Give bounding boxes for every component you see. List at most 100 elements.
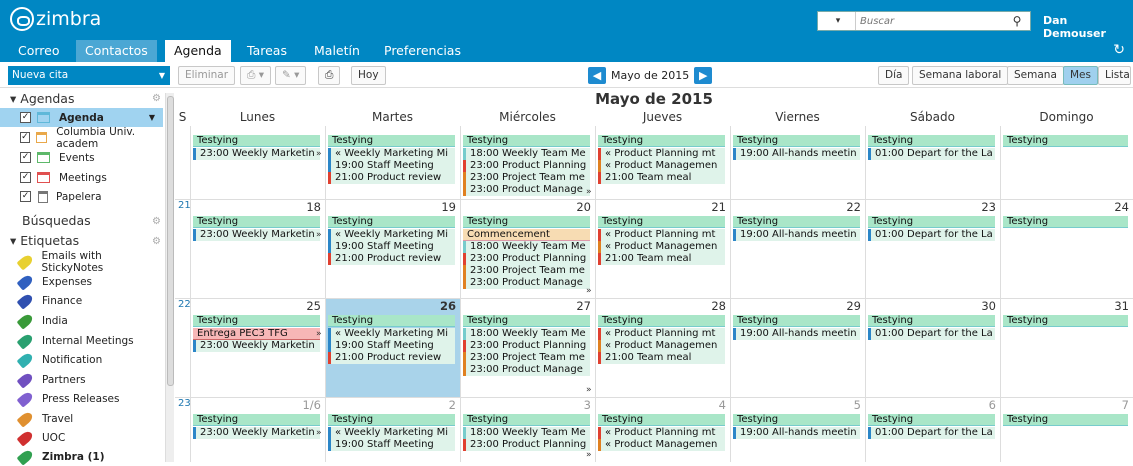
next-arrow-icon[interactable]: ▶ [694,66,713,84]
day-number[interactable]: 23 [876,200,996,214]
more-events-icon[interactable]: » [586,450,592,460]
calendar-item-columbia[interactable]: ✓ Columbia Univ. academ [0,126,163,150]
allday-event[interactable]: Testying [1003,135,1128,147]
more-events-icon[interactable]: » [586,385,592,395]
calendar-event[interactable]: 01:00 Depart for the La [868,148,995,160]
allday-event[interactable]: Testying [868,216,995,228]
collapse-icon[interactable]: ▾ [10,233,16,248]
day-number[interactable]: 27 [471,299,591,313]
week-number[interactable]: 21 [178,200,191,211]
new-appointment-button[interactable]: Nueva cita ▼ [8,66,170,85]
calendar-event[interactable]: « Weekly Marketing Mi [328,148,455,160]
day-number[interactable]: 19 [336,200,456,214]
allday-event[interactable]: Testying [868,315,995,327]
tab-agenda[interactable]: Agenda [165,40,231,62]
tab-tareas[interactable]: Tareas [238,40,296,62]
allday-event[interactable]: Testying [328,135,455,147]
tag-dropdown-button[interactable]: ✎ ▾ [275,66,307,85]
calendar-event[interactable]: 19:00 All-hands meetin [733,229,860,241]
calendar-event[interactable]: « Weekly Marketing Mi [328,328,455,340]
allday-event[interactable]: Testying [733,135,860,147]
calendar-event[interactable]: « Product Managemen [598,439,725,451]
allday-event[interactable]: Testying [598,414,725,426]
tag-item[interactable]: Zimbra (1) [0,447,163,466]
tab-maletin[interactable]: Maletín [305,40,369,62]
day-number[interactable]: 1/6 [201,398,321,412]
allday-event[interactable]: Testying [193,315,320,327]
calendars-header[interactable]: ▾ Agendas [10,91,74,106]
calendar-event[interactable]: 23:00 Weekly Marketin [193,340,320,352]
tab-contactos[interactable]: Contactos [76,40,157,62]
day-number[interactable]: 4 [606,398,726,412]
calendar-event[interactable]: « Product Planning mt [598,328,725,340]
today-button[interactable]: Hoy [351,66,386,85]
calendar-event[interactable]: 18:00 Weekly Team Me [463,241,590,253]
allday-event[interactable]: Testying [598,216,725,228]
allday-event[interactable]: Testying [1003,315,1128,327]
day-number[interactable]: 21 [606,200,726,214]
calendar-event[interactable]: Commencement [463,229,590,241]
calendar-event[interactable]: 23:00 Project Team me [463,172,590,184]
day-number[interactable]: 25 [201,299,321,313]
tag-item[interactable]: India [0,311,163,330]
searches-header[interactable]: Búsquedas [22,213,91,228]
allday-event[interactable]: Testying [598,315,725,327]
calendar-event[interactable]: « Product Planning mt [598,427,725,439]
tag-item[interactable]: Notification [0,350,163,369]
calendar-event[interactable]: 23:00 Product Manage [463,277,590,289]
calendar-event[interactable]: 23:00 Weekly Marketin [193,427,320,439]
chevron-down-icon[interactable]: ▼ [159,66,165,85]
more-events-icon[interactable]: » [316,329,322,339]
calendar-item-meetings[interactable]: ✓ Meetings [0,168,163,187]
calendar-event[interactable]: « Product Managemen [598,160,725,172]
checkbox[interactable]: ✓ [20,112,31,123]
scrollbar-thumb[interactable] [167,96,174,386]
calendar-event[interactable]: « Product Planning mt [598,148,725,160]
day-number[interactable]: 5 [741,398,861,412]
calendar-event[interactable]: 21:00 Team meal [598,172,725,184]
calendar-event[interactable]: 19:00 Staff Meeting [328,160,455,172]
calendar-event[interactable]: 23:00 Product Planning [463,160,590,172]
checkbox[interactable]: ✓ [20,152,31,163]
day-number[interactable]: 2 [336,398,456,412]
calendar-event[interactable]: 21:00 Team meal [598,352,725,364]
allday-event[interactable]: Testying [328,315,455,327]
day-number[interactable]: 24 [1009,200,1129,214]
calendar-event[interactable]: 18:00 Weekly Team Me [463,148,590,160]
view-month-button[interactable]: Mes [1063,66,1098,85]
search-input[interactable] [856,13,1006,29]
calendar-event[interactable]: « Weekly Marketing Mi [328,229,455,241]
allday-event[interactable]: Testying [598,135,725,147]
calendar-event[interactable]: 23:00 Product Planning [463,253,590,265]
day-number[interactable]: 18 [201,200,321,214]
day-number[interactable]: 22 [741,200,861,214]
day-number[interactable]: 31 [1009,299,1129,313]
day-number[interactable]: 6 [876,398,996,412]
tag-item[interactable]: UOC [0,428,163,447]
tag-item[interactable]: Expenses [0,272,163,291]
calendar-event[interactable]: 19:00 Staff Meeting [328,340,455,352]
more-events-icon[interactable]: » [316,149,322,159]
calendar-event[interactable]: 23:00 Weekly Marketin [193,229,320,241]
allday-event[interactable]: Testying [463,414,590,426]
more-events-icon[interactable]: » [586,286,592,296]
printer-icon[interactable]: ⎙ [318,66,341,85]
day-number[interactable]: 26 [336,299,456,313]
chevron-down-icon[interactable]: ▼ [149,113,155,122]
view-week-button[interactable]: Semana [1007,66,1064,85]
allday-event[interactable]: Testying [1003,216,1128,228]
allday-event[interactable]: Testying [1003,414,1128,426]
calendar-event[interactable]: 23:00 Product Manage [463,184,590,196]
calendar-event[interactable]: « Product Planning mt [598,229,725,241]
refresh-icon[interactable]: ↻ [1113,42,1125,58]
allday-event[interactable]: Testying [328,216,455,228]
week-number[interactable]: 22 [178,299,191,310]
sidebar-scrollbar[interactable] [165,93,174,462]
day-number[interactable]: 29 [741,299,861,313]
allday-event[interactable]: Testying [868,414,995,426]
search-icon[interactable]: ⚲ [1006,12,1028,30]
print-dropdown-button[interactable]: ⎙ ▾ [240,66,272,85]
allday-event[interactable]: Testying [733,414,860,426]
allday-event[interactable]: Testying [463,216,590,228]
allday-event[interactable]: Testying [463,315,590,327]
